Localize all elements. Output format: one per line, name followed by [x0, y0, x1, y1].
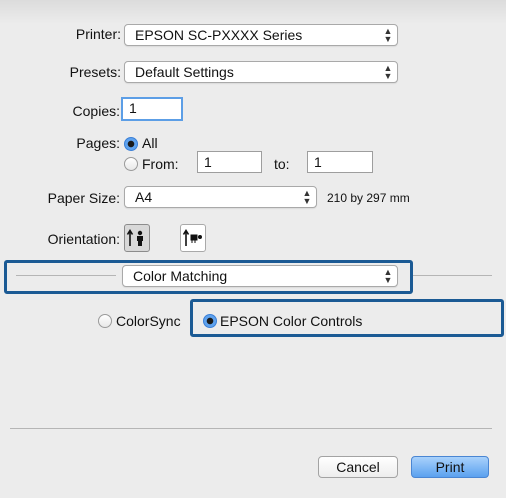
panel-value: Color Matching	[133, 268, 228, 284]
print-button[interactable]: Print	[411, 456, 489, 478]
window-top-strip	[0, 0, 506, 24]
pages-label: Pages:	[76, 135, 120, 151]
printer-popup[interactable]: EPSON SC-PXXXX Series ▲ ▼	[124, 24, 398, 46]
portrait-icon	[126, 228, 143, 246]
pages-from-label: From:	[142, 156, 179, 172]
landscape-icon	[182, 228, 202, 246]
pages-from-field[interactable]: 1	[197, 151, 262, 173]
colorsync-radio[interactable]	[98, 314, 112, 328]
popup-arrows-icon: ▲ ▼	[383, 63, 393, 81]
pages-all-radio[interactable]	[124, 137, 138, 151]
panel-popup[interactable]: Color Matching ▲ ▼	[122, 265, 398, 287]
presets-value: Default Settings	[135, 64, 234, 80]
epson-color-controls-label: EPSON Color Controls	[220, 313, 363, 329]
popup-arrows-icon: ▲ ▼	[383, 26, 393, 44]
printer-label: Printer:	[75, 26, 121, 42]
paper-size-label: Paper Size:	[47, 190, 120, 206]
paper-dimensions: 210 by 297 mm	[327, 191, 410, 205]
epson-color-controls-radio[interactable]	[203, 314, 217, 328]
printer-value: EPSON SC-PXXXX Series	[135, 27, 303, 43]
popup-arrows-icon: ▲ ▼	[383, 267, 393, 285]
presets-popup[interactable]: Default Settings ▲ ▼	[124, 61, 398, 83]
colorsync-label: ColorSync	[116, 313, 181, 329]
pages-to-field[interactable]: 1	[307, 151, 373, 173]
paper-size-value: A4	[135, 189, 153, 205]
paper-size-popup[interactable]: A4 ▲ ▼	[124, 186, 317, 208]
copies-field[interactable]: 1	[121, 97, 183, 121]
presets-label: Presets:	[69, 64, 121, 80]
orientation-label: Orientation:	[47, 231, 120, 247]
cancel-button[interactable]: Cancel	[318, 456, 398, 478]
pages-to-label: to:	[274, 156, 290, 172]
pages-from-radio[interactable]	[124, 157, 138, 171]
pages-all-label: All	[142, 135, 158, 151]
bottom-separator	[10, 428, 492, 429]
copies-label: Copies:	[72, 103, 120, 119]
popup-arrows-icon: ▲ ▼	[302, 188, 312, 206]
portrait-orientation-button[interactable]	[124, 224, 150, 252]
separator-right	[412, 275, 492, 276]
landscape-orientation-button[interactable]	[180, 224, 206, 252]
